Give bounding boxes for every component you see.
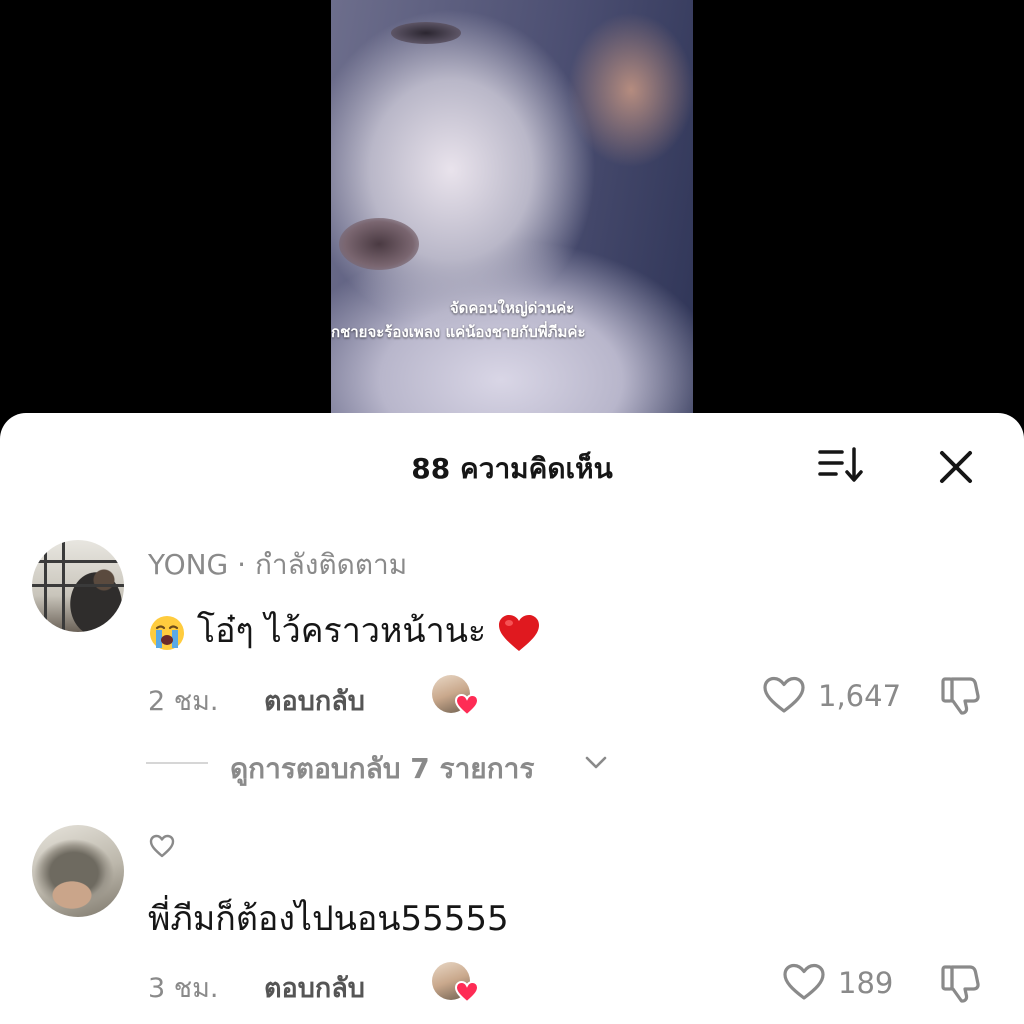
comment-time: 2 ชม.: [148, 686, 219, 717]
video-image-detail: [391, 22, 461, 44]
video-caption-line-1: จัดคอนใหญ่ด่วนค่ะ: [449, 299, 575, 317]
dislike-icon[interactable]: [938, 673, 984, 717]
comment-body: โอ๋ๆ ไว้คราวหน้านะ: [148, 603, 541, 657]
sort-icon[interactable]: [816, 445, 866, 485]
avatar[interactable]: [32, 825, 124, 917]
heart-outline-icon: [149, 834, 175, 858]
red-heart-icon: [499, 614, 540, 651]
loudly-crying-face-icon: [150, 615, 184, 650]
like-count: 189: [838, 966, 894, 1000]
video-caption-line-2: กชายจะร้องเพลง แค่น้องชายกับพี่ภีมค่ะ: [331, 323, 586, 341]
comment-text: โอ๋ๆ ไว้คราวหน้านะ: [196, 611, 487, 651]
comments-title: 88 ความคิดเห็น: [411, 452, 613, 485]
close-icon[interactable]: [934, 445, 978, 489]
reply-button[interactable]: ตอบกลับ: [264, 679, 365, 722]
like-heart-icon[interactable]: [762, 675, 806, 715]
reply-button[interactable]: ตอบกลับ: [264, 966, 365, 1009]
dislike-icon[interactable]: [938, 961, 984, 1005]
comments-sheet: 88 ความคิดเห็น YONG · กำลังติดตาม โอ๋ๆ ไ…: [0, 413, 1024, 1024]
creator-liked-heart-icon: [454, 980, 480, 1004]
username[interactable]: YONG: [148, 548, 228, 581]
follow-status: กำลังติดตาม: [254, 548, 408, 581]
chevron-down-icon: [585, 756, 607, 769]
divider: [146, 762, 208, 764]
comment-header: YONG · กำลังติดตาม: [148, 543, 407, 587]
video-frame[interactable]: จัดคอนใหญ่ด่วนค่ะ กชายจะร้องเพลง แค่น้อง…: [331, 0, 693, 440]
comment-text: พี่ภีมก็ต้องไปนอน55555: [148, 899, 509, 939]
like-count: 1,647: [818, 679, 902, 713]
creator-liked-heart-icon: [454, 693, 480, 717]
like-heart-icon[interactable]: [782, 962, 826, 1002]
comment-time: 3 ชม.: [148, 973, 219, 1004]
avatar[interactable]: [32, 540, 124, 632]
separator: ·: [228, 548, 255, 581]
view-replies-label: ดูการตอบกลับ 7 รายการ: [230, 752, 535, 785]
video-image-detail: [339, 218, 419, 270]
video-player[interactable]: จัดคอนใหญ่ด่วนค่ะ กชายจะร้องเพลง แค่น้อง…: [0, 0, 1024, 440]
